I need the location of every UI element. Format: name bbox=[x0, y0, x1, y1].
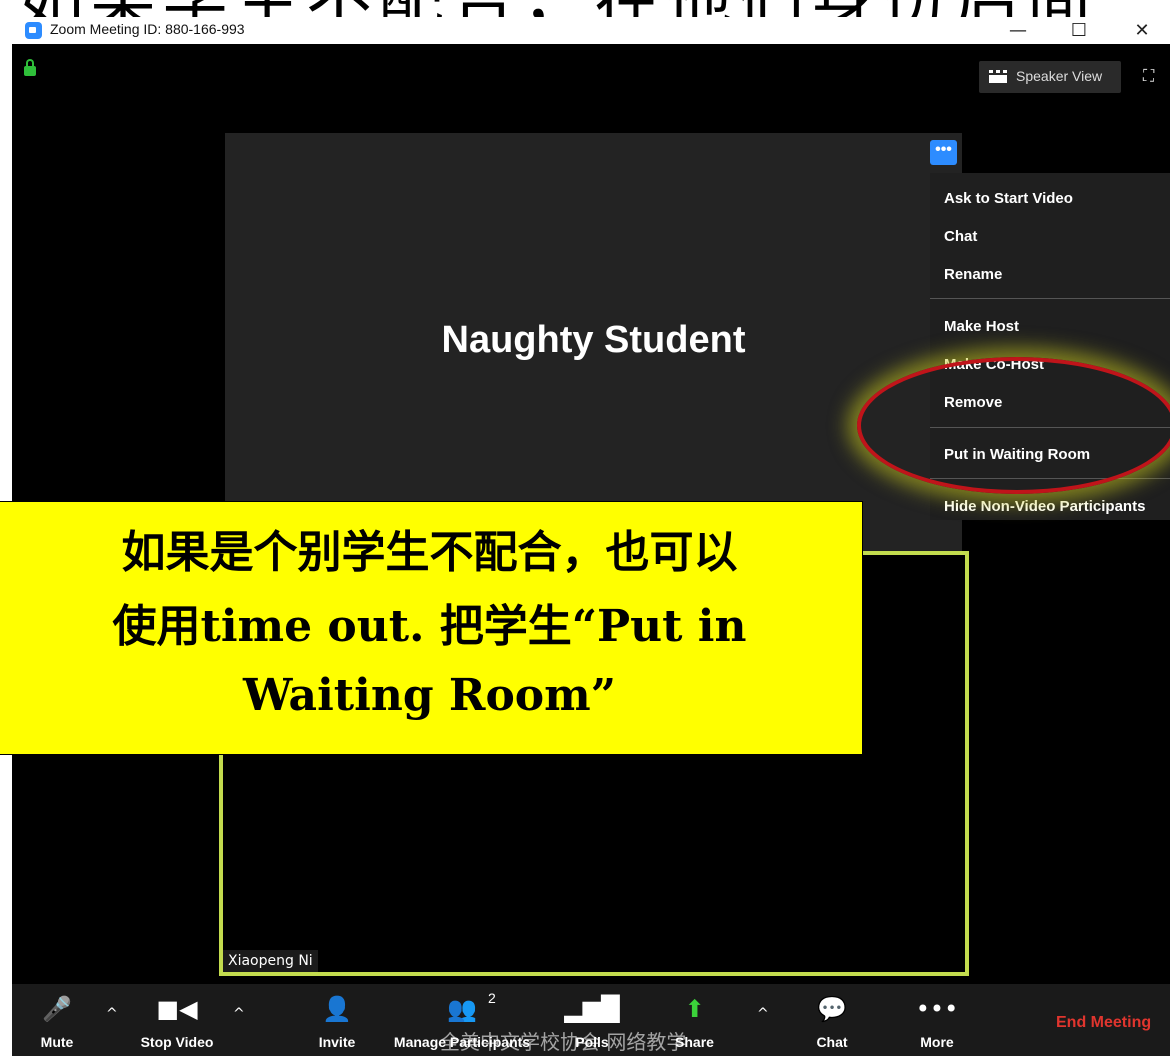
chat-bubble-icon: 💬 bbox=[817, 995, 847, 1023]
callout-line-2: 使用time out. 把学生“Put in bbox=[112, 601, 747, 652]
highlight-ellipse bbox=[857, 357, 1170, 494]
menu-item-hide-non-video-participants[interactable]: Hide Non-Video Participants bbox=[944, 498, 1145, 515]
chat-button[interactable]: 💬 Chat bbox=[797, 984, 867, 1056]
polls-bar-chart-icon: ▂▆█ bbox=[564, 995, 620, 1023]
participant-more-button[interactable]: ••• bbox=[930, 140, 957, 165]
share-screen-icon: ⬆ bbox=[684, 995, 705, 1023]
invite-label: Invite bbox=[318, 1034, 356, 1050]
close-button[interactable]: ✕ bbox=[1120, 17, 1164, 44]
more-dots-icon: ••• bbox=[915, 995, 959, 1023]
window-titlebar: Zoom Meeting ID: 880-166-993 — ☐ ✕ bbox=[12, 17, 1170, 45]
invite-button[interactable]: 👤 Invite bbox=[302, 984, 372, 1056]
audio-options-chevron-icon[interactable]: ^ bbox=[106, 1006, 118, 1022]
microphone-icon: 🎤 bbox=[42, 995, 72, 1023]
speaker-view-icon bbox=[989, 70, 1007, 83]
invite-user-icon: 👤 bbox=[322, 995, 352, 1023]
share-options-chevron-icon[interactable]: ^ bbox=[757, 1006, 769, 1022]
callout-line-3: Waiting Room” bbox=[242, 670, 617, 721]
video-camera-icon: ■◀ bbox=[156, 995, 198, 1023]
video-options-chevron-icon[interactable]: ^ bbox=[233, 1006, 245, 1022]
self-view-name: Xiaopeng Ni bbox=[223, 950, 318, 972]
instruction-callout: 如果是个别学生不配合，也可以 使用time out. 把学生“Put in Wa… bbox=[0, 501, 863, 755]
zoom-logo-icon bbox=[25, 22, 42, 39]
speaker-view-label: Speaker View bbox=[1016, 68, 1103, 84]
stop-video-button[interactable]: ■◀ Stop Video bbox=[122, 984, 232, 1056]
encryption-lock-icon[interactable] bbox=[24, 59, 36, 76]
menu-item-ask-to-start-video[interactable]: Ask to Start Video bbox=[944, 190, 1073, 207]
menu-item-make-host[interactable]: Make Host bbox=[944, 318, 1019, 335]
more-button[interactable]: ••• More bbox=[902, 984, 972, 1056]
speaker-view-button[interactable]: Speaker View bbox=[979, 61, 1121, 93]
fullscreen-icon[interactable]: ⛶ bbox=[1143, 66, 1154, 86]
participant-count-badge: 2 bbox=[488, 990, 496, 1006]
mute-button[interactable]: 🎤 Mute bbox=[22, 984, 92, 1056]
window-title: Zoom Meeting ID: 880-166-993 bbox=[50, 21, 245, 37]
callout-line-1: 如果是个别学生不配合，也可以 bbox=[121, 527, 738, 578]
stop-video-label: Stop Video bbox=[140, 1034, 214, 1050]
mute-label: Mute bbox=[40, 1034, 74, 1050]
menu-item-rename[interactable]: Rename bbox=[944, 266, 1002, 283]
menu-divider bbox=[930, 298, 1170, 299]
participant-video-tile[interactable]: Naughty Student bbox=[225, 133, 962, 552]
minimize-button[interactable]: — bbox=[996, 17, 1040, 44]
menu-item-chat[interactable]: Chat bbox=[944, 228, 977, 245]
participant-name: Naughty Student bbox=[441, 319, 746, 361]
watermark-text: 全美中文学校协会 网络教学 bbox=[440, 1030, 687, 1054]
end-meeting-button[interactable]: End Meeting bbox=[1056, 1014, 1151, 1032]
more-label: More bbox=[920, 1034, 954, 1050]
maximize-button[interactable]: ☐ bbox=[1057, 17, 1101, 44]
chat-label: Chat bbox=[816, 1034, 848, 1050]
participants-icon: 👥 bbox=[447, 995, 477, 1023]
